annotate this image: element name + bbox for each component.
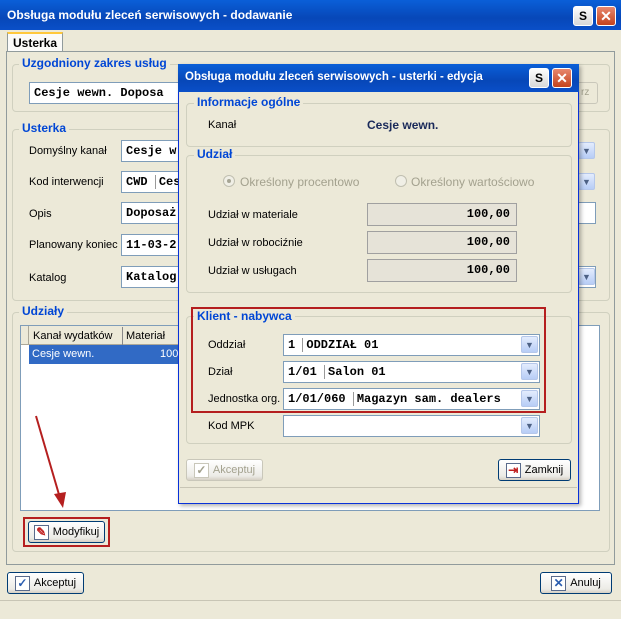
oddzial-value: ODDZIAŁ 01 xyxy=(302,338,379,352)
dzial-value: Salon 01 xyxy=(324,365,386,379)
kod-interwencji-value: Ces xyxy=(154,175,180,189)
modyfikuj-button[interactable]: ✎ Modyfikuj xyxy=(28,521,105,543)
dzial-label: Dział xyxy=(208,366,233,378)
tab-usterka[interactable]: Usterka xyxy=(7,32,63,52)
kod-interwencji-code: CWD xyxy=(126,175,148,189)
exit-door-icon: ⇥ xyxy=(505,462,521,478)
kodmpk-chevron-down-icon[interactable]: ▼ xyxy=(521,417,538,434)
udzialy-header-indicator xyxy=(21,326,29,345)
oddzial-field[interactable]: 1 ODDZIAŁ 01 xyxy=(283,334,540,356)
katalog-field[interactable]: Katalog xyxy=(121,266,181,288)
dzial-field[interactable]: 1/01 Salon 01 xyxy=(283,361,540,383)
table-row[interactable]: Cesje wewn. 100 xyxy=(29,345,181,364)
dialog-status-bar xyxy=(180,487,577,502)
kodmpk-field[interactable] xyxy=(283,415,540,437)
group-udzialy-label: Udziały xyxy=(19,304,68,318)
kod-interwencji-chevron-down-icon[interactable]: ▼ xyxy=(578,173,595,190)
main-status-bar xyxy=(0,600,621,619)
oddzial-chevron-down-icon[interactable]: ▼ xyxy=(521,336,538,353)
kanal-label: Kanał xyxy=(208,119,237,131)
check-icon: ✓ xyxy=(14,575,30,591)
dialog-s-button[interactable]: S xyxy=(529,68,549,88)
tab-usterka-label: Usterka xyxy=(13,36,58,50)
oddzial-label: Oddział xyxy=(208,339,246,351)
dzial-code: 1/01 xyxy=(288,365,317,379)
kodmpk-label: Kod MPK xyxy=(208,420,255,432)
udzial-robociznie-label: Udział w robociźnie xyxy=(208,237,303,249)
udzial-materiale-label: Udział w materiale xyxy=(208,209,298,221)
dialog-title-bar[interactable]: Obsługa modułu zleceń serwisowych - uste… xyxy=(178,64,579,92)
main-window-title: Obsługa modułu zleceń serwisowych - doda… xyxy=(7,8,293,22)
dialog-zamknij-button[interactable]: ⇥ Zamknij xyxy=(498,459,571,481)
opis-label: Opis xyxy=(29,208,52,220)
radio-procentowo[interactable] xyxy=(223,175,235,187)
kod-interwencji-field[interactable]: CWD Ces xyxy=(121,171,181,193)
red-arrow-icon xyxy=(35,415,66,508)
main-akceptuj-button[interactable]: ✓ Akceptuj xyxy=(7,572,84,594)
udzialy-header-material[interactable]: Materiał xyxy=(126,330,165,342)
jednostka-field[interactable]: 1/01/060 Magazyn sam. dealers xyxy=(283,388,540,410)
dialog-close-icon[interactable]: ✕ xyxy=(552,68,572,88)
main-title-bar[interactable]: Obsługa modułu zleceń serwisowych - doda… xyxy=(0,0,621,30)
radio-procentowo-label: Określony procentowo xyxy=(240,175,360,189)
planowany-koniec-label: Planowany koniec xyxy=(29,239,118,251)
udzialy-header-kanal[interactable]: Kanał wydatków xyxy=(33,330,113,342)
dialog-window-title: Obsługa modułu zleceń serwisowych - uste… xyxy=(185,71,483,83)
udzial-robociznie-value: 100,00 xyxy=(367,231,517,254)
jednostka-value: Magazyn sam. dealers xyxy=(352,392,501,406)
domyslny-kanal-label: Domyślny kanał xyxy=(29,145,107,157)
close-icon: ✕ xyxy=(551,575,567,591)
kod-interwencji-label: Kod interwencji xyxy=(29,176,104,188)
dialog-akceptuj-label: Akceptuj xyxy=(212,464,256,476)
oddzial-code: 1 xyxy=(288,338,296,352)
group-klient-label: Klient - nabywca xyxy=(194,309,295,323)
katalog-chevron-down-icon[interactable]: ▼ xyxy=(578,268,595,285)
group-usterka-label: Usterka xyxy=(19,121,70,135)
group-informacje-label: Informacje ogólne xyxy=(194,95,304,109)
radio-wartosciowo-label: Określony wartościowo xyxy=(411,175,535,189)
group-udzial-label: Udział xyxy=(194,147,236,161)
opis-field[interactable]: Doposaż xyxy=(121,202,181,224)
uzgodniony-right-button-label: rz xyxy=(581,87,590,98)
radio-wartosciowo[interactable] xyxy=(395,175,407,187)
main-s-button[interactable]: S xyxy=(573,6,593,26)
planowany-koniec-field[interactable]: 11-03-2 xyxy=(121,234,181,256)
udzialy-header-separator xyxy=(122,327,123,345)
jednostka-label: Jednostka org. xyxy=(208,393,281,405)
domyslny-kanal-chevron-down-icon[interactable]: ▼ xyxy=(578,142,595,159)
udzial-uslugach-label: Udział w usługach xyxy=(208,265,297,277)
dialog-akceptuj-button[interactable]: ✓ Akceptuj xyxy=(186,459,263,481)
uzgodniony-field[interactable]: Cesje wewn. Doposa xyxy=(29,82,181,104)
jednostka-chevron-down-icon[interactable]: ▼ xyxy=(521,390,538,407)
dzial-chevron-down-icon[interactable]: ▼ xyxy=(521,363,538,380)
main-akceptuj-label: Akceptuj xyxy=(33,577,77,589)
domyslny-kanal-field[interactable]: Cesje w xyxy=(121,140,181,162)
main-close-icon[interactable]: ✕ xyxy=(596,6,616,26)
udzial-materiale-value: 100,00 xyxy=(367,203,517,226)
main-anuluj-label: Anuluj xyxy=(570,577,601,589)
udzial-uslugach-value: 100,00 xyxy=(367,259,517,282)
dialog-zamknij-label: Zamknij xyxy=(524,464,564,476)
main-anuluj-button[interactable]: ✕ Anuluj xyxy=(540,572,612,594)
modyfikuj-button-label: Modyfikuj xyxy=(52,526,100,538)
jednostka-code: 1/01/060 xyxy=(288,392,346,406)
edit-icon: ✎ xyxy=(33,524,49,540)
group-uzgodniony-label: Uzgodniony zakres usług xyxy=(19,56,170,70)
katalog-label: Katalog xyxy=(29,272,67,284)
udzialy-row-kanal: Cesje wewn. xyxy=(32,348,95,360)
kanal-value: Cesje wewn. xyxy=(367,118,439,132)
check-icon: ✓ xyxy=(193,462,209,478)
udzialy-row-material: 100 xyxy=(160,348,179,360)
